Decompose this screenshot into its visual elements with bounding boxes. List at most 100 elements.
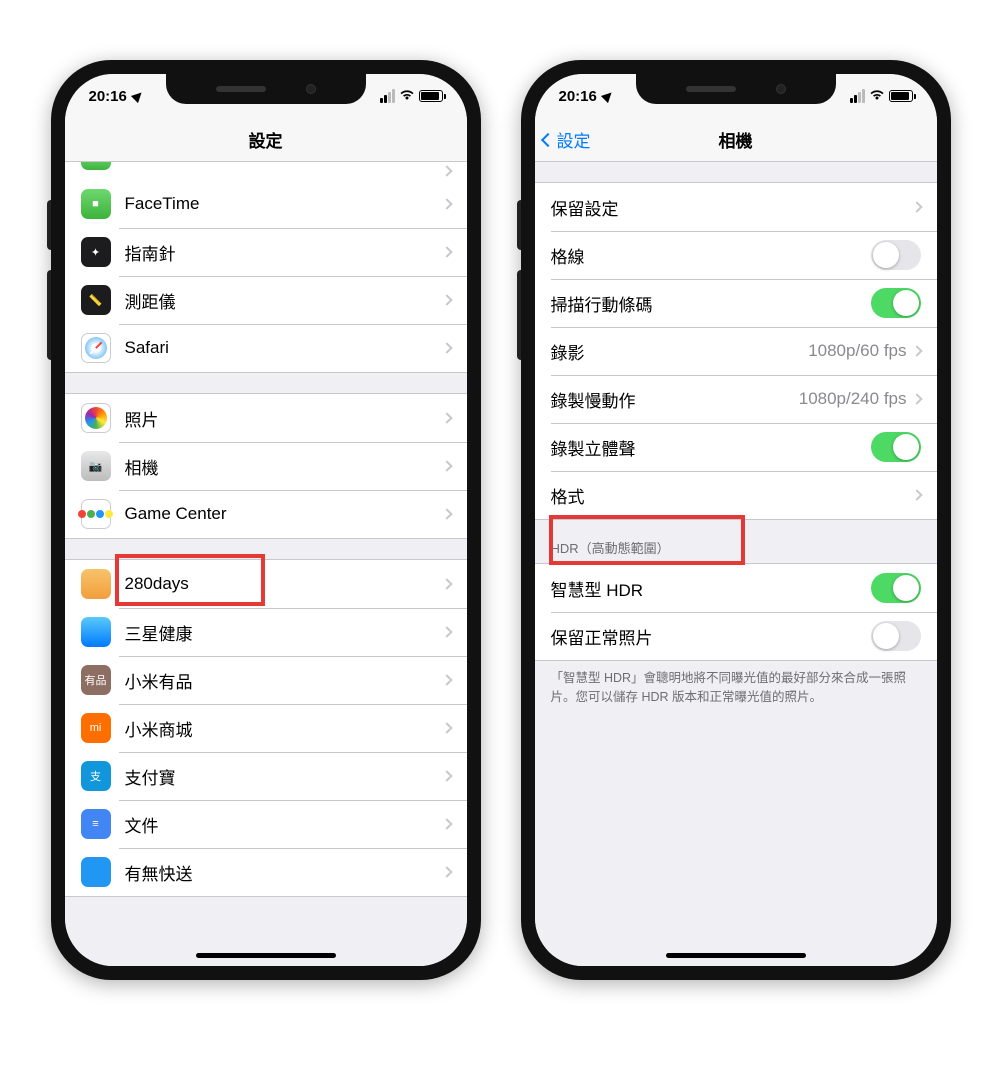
toggle-switch[interactable] xyxy=(871,621,921,651)
camera-row[interactable]: 保留正常照片 xyxy=(535,612,937,660)
row-detail: 1080p/240 fps xyxy=(799,389,907,409)
camera-row[interactable]: 錄製立體聲 xyxy=(535,423,937,471)
row-label: 保留正常照片 xyxy=(551,624,871,649)
content-right[interactable]: 保留設定格線掃描行動條碼錄影1080p/60 fps錄製慢動作1080p/240… xyxy=(535,162,937,966)
settings-row[interactable]: ≡文件 xyxy=(65,800,467,848)
settings-row[interactable]: 📏測距儀 xyxy=(65,276,467,324)
row-label: 錄影 xyxy=(551,339,809,364)
group-header-hdr: HDR（高動態範圍） xyxy=(535,520,937,563)
camera-row[interactable]: 掃描行動條碼 xyxy=(535,279,937,327)
settings-group-partial: ■FaceTime ✦ 指南針 📏測距儀 Safari xyxy=(65,162,467,373)
app-icon xyxy=(81,499,111,529)
notch xyxy=(166,74,366,104)
toggle-switch[interactable] xyxy=(871,432,921,462)
app-icon xyxy=(81,333,111,363)
chevron-right-icon xyxy=(441,342,452,353)
settings-row[interactable]: 📷 相機 xyxy=(65,442,467,490)
settings-row[interactable]: ■FaceTime xyxy=(65,180,467,228)
toggle-switch[interactable] xyxy=(871,573,921,603)
row-label: 三星健康 xyxy=(125,620,443,645)
phone-left: 20:16 設定 ■FaceTime✦指南針📏 xyxy=(51,60,481,980)
row-label: 指南針 xyxy=(125,240,443,265)
content-left[interactable]: ■FaceTime ✦ 指南針 📏測距儀 Safari 照片 📷 相機 Game Center… xyxy=(65,162,467,966)
camera-group-main: 保留設定格線掃描行動條碼錄影1080p/60 fps錄製慢動作1080p/240… xyxy=(535,182,937,520)
chevron-right-icon xyxy=(441,722,452,733)
settings-row[interactable]: 支支付寶 xyxy=(65,752,467,800)
row-label: Safari xyxy=(125,338,443,358)
settings-row[interactable]: Game Center xyxy=(65,490,467,538)
status-time: 20:16 xyxy=(89,88,127,105)
notch xyxy=(636,74,836,104)
camera-row[interactable]: 格式 xyxy=(535,471,937,519)
camera-group-hdr: 智慧型 HDR 保留正常照片 xyxy=(535,563,937,661)
settings-row[interactable]: 280days xyxy=(65,560,467,608)
app-icon: 有品 xyxy=(81,665,111,695)
chevron-right-icon xyxy=(911,201,922,212)
chevron-left-icon xyxy=(540,132,554,146)
chevron-right-icon xyxy=(441,866,452,877)
settings-row[interactable]: mi小米商城 xyxy=(65,704,467,752)
row-label: 相機 xyxy=(125,454,443,479)
row-label: 智慧型 HDR xyxy=(551,576,871,601)
navbar-right: 設定 相機 xyxy=(535,118,937,162)
chevron-right-icon xyxy=(911,393,922,404)
camera-row[interactable]: 智慧型 HDR xyxy=(535,564,937,612)
signal-icon xyxy=(850,89,865,103)
row-label: 掃描行動條碼 xyxy=(551,291,871,316)
app-icon xyxy=(81,162,111,170)
camera-row[interactable]: 錄製慢動作1080p/240 fps xyxy=(535,375,937,423)
chevron-right-icon xyxy=(911,345,922,356)
chevron-right-icon xyxy=(441,412,452,423)
location-icon xyxy=(601,89,615,103)
toggle-switch[interactable] xyxy=(871,288,921,318)
row-label: 照片 xyxy=(125,406,443,431)
app-icon: 支 xyxy=(81,761,111,791)
chevron-right-icon xyxy=(441,294,452,305)
settings-group-apps: 280days三星健康有品小米有品mi小米商城支支付寶≡文件有無快送 xyxy=(65,559,467,897)
settings-row[interactable]: 照片 xyxy=(65,394,467,442)
screen-left: 20:16 設定 ■FaceTime✦指南針📏 xyxy=(65,74,467,966)
settings-row[interactable]: 有品小米有品 xyxy=(65,656,467,704)
chevron-right-icon xyxy=(441,818,452,829)
wifi-icon xyxy=(399,88,415,104)
battery-icon xyxy=(419,90,443,102)
home-indicator[interactable] xyxy=(666,953,806,958)
row-label: Game Center xyxy=(125,504,443,524)
chevron-right-icon xyxy=(441,578,452,589)
app-icon xyxy=(81,857,111,887)
camera-row[interactable]: 格線 xyxy=(535,231,937,279)
app-icon xyxy=(81,569,111,599)
chevron-right-icon xyxy=(441,198,452,209)
settings-row[interactable]: Safari xyxy=(65,324,467,372)
screen-right: 20:16 設定 相機 保留設定格線掃描行動條碼錄影1080p/60 fps錄製… xyxy=(535,74,937,966)
chevron-right-icon xyxy=(441,246,452,257)
camera-row[interactable]: 錄影1080p/60 fps xyxy=(535,327,937,375)
signal-icon xyxy=(380,89,395,103)
row-label: 支付寶 xyxy=(125,764,443,789)
app-icon: 📷 xyxy=(81,451,111,481)
settings-row[interactable]: ✦ 指南針 xyxy=(65,228,467,276)
chevron-right-icon xyxy=(441,674,452,685)
row-label: 測距儀 xyxy=(125,288,443,313)
row-label: 280days xyxy=(125,574,443,594)
app-icon: ✦ xyxy=(81,237,111,267)
camera-row[interactable]: 保留設定 xyxy=(535,183,937,231)
home-indicator[interactable] xyxy=(196,953,336,958)
chevron-right-icon xyxy=(911,489,922,500)
app-icon: mi xyxy=(81,713,111,743)
settings-row[interactable]: 三星健康 xyxy=(65,608,467,656)
row-label: 格線 xyxy=(551,243,871,268)
status-time: 20:16 xyxy=(559,88,597,105)
row-label: 小米有品 xyxy=(125,668,443,693)
location-icon xyxy=(131,89,145,103)
settings-row-partial[interactable] xyxy=(65,162,467,180)
toggle-switch[interactable] xyxy=(871,240,921,270)
app-icon xyxy=(81,403,111,433)
settings-row[interactable]: 有無快送 xyxy=(65,848,467,896)
row-label: FaceTime xyxy=(125,194,443,214)
row-detail: 1080p/60 fps xyxy=(808,341,906,361)
phone-right: 20:16 設定 相機 保留設定格線掃描行動條碼錄影1080p/60 fps錄製… xyxy=(521,60,951,980)
back-button[interactable]: 設定 xyxy=(543,127,591,152)
navbar-left: 設定 xyxy=(65,118,467,162)
row-label: 錄製慢動作 xyxy=(551,387,799,412)
